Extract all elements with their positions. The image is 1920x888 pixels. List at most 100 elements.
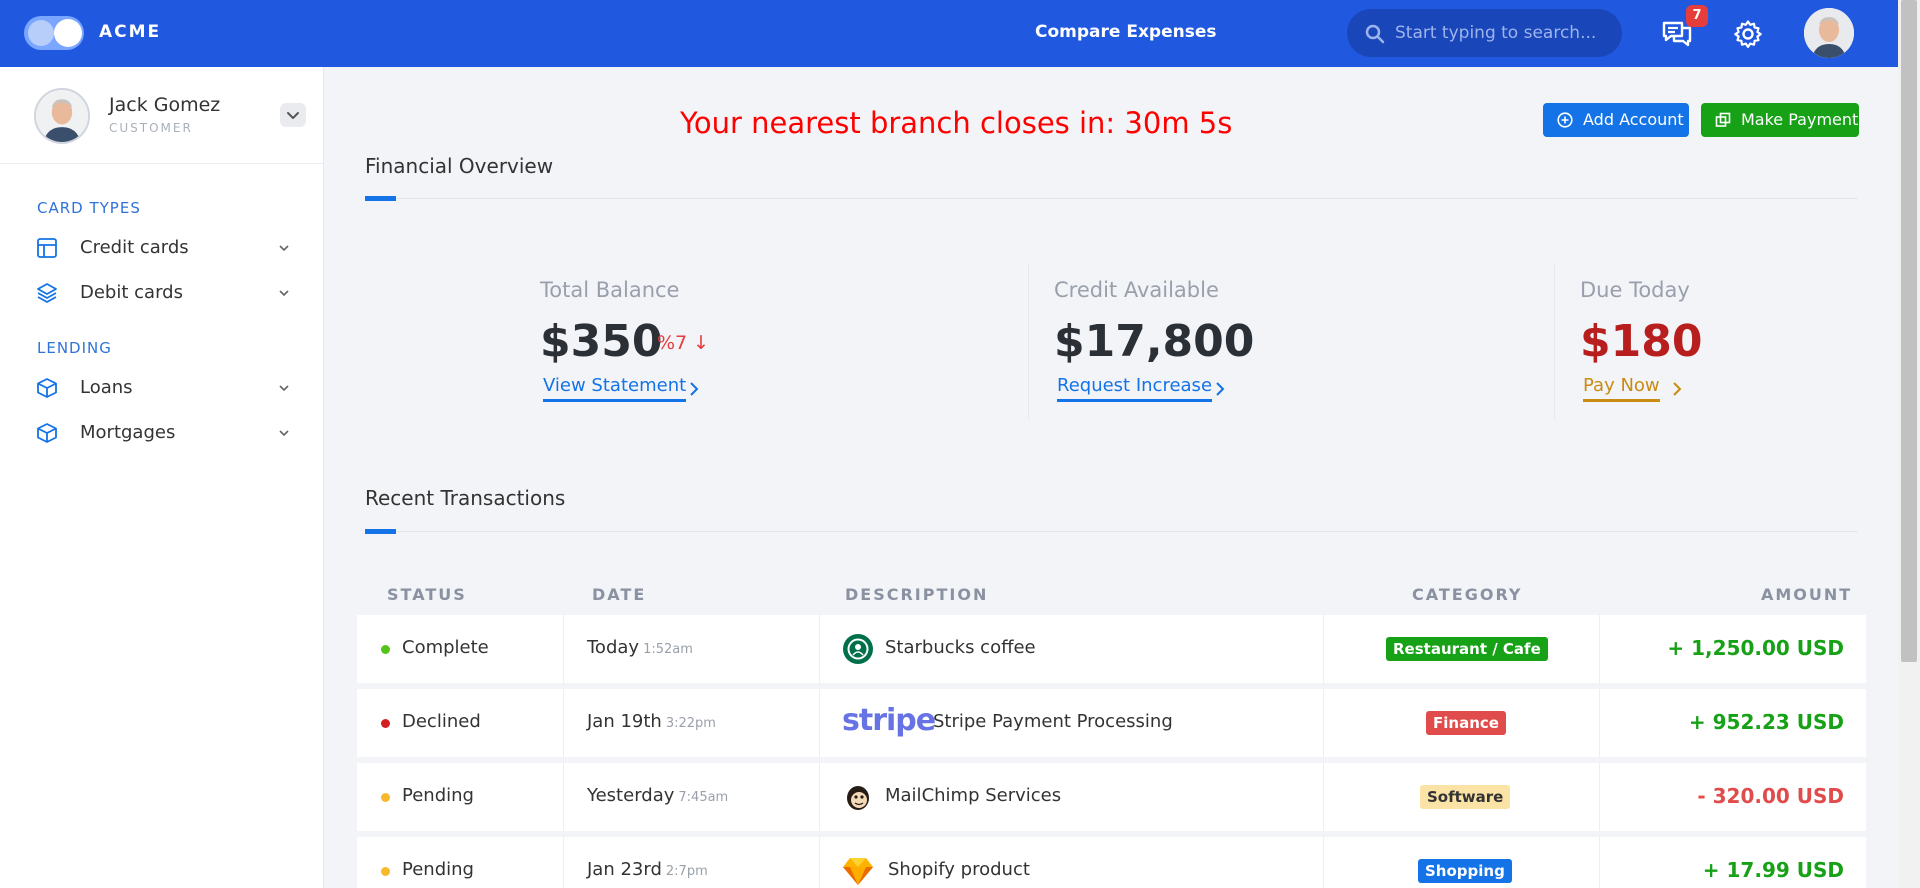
cell-divider	[1599, 837, 1600, 888]
description-text: Starbucks coffee	[885, 637, 1036, 658]
sidebar-item-mortgages[interactable]: Mortgages	[36, 416, 298, 452]
column-header-status[interactable]: STATUS	[387, 585, 467, 604]
description-text: Shopify product	[888, 859, 1030, 880]
stat-total-balance: Total Balance $350 %7 ↓ View Statement	[540, 264, 1010, 424]
status-text: Complete	[402, 637, 489, 658]
make-payment-label: Make Payment	[1741, 110, 1859, 129]
mailchimp-logo	[847, 786, 869, 810]
stat-due-today: Due Today $180 Pay Now	[1580, 264, 1880, 424]
date-text: Jan 19th	[587, 711, 662, 732]
status-dot	[381, 719, 390, 728]
cell-divider	[1323, 689, 1324, 757]
table-row[interactable]: Declined Jan 19th 3:22pm stripe Stripe Pa…	[357, 689, 1866, 757]
add-account-button[interactable]: Add Account	[1543, 103, 1689, 137]
starbucks-logo	[843, 634, 873, 664]
user-role: CUSTOMER	[109, 121, 193, 135]
brand-name[interactable]: ACME	[99, 22, 161, 42]
description-text: MailChimp Services	[885, 785, 1062, 806]
box-icon	[37, 378, 57, 398]
balance-change: %7 ↓	[657, 332, 710, 354]
column-header-amount[interactable]: AMOUNT	[1761, 585, 1852, 604]
category-badge: Finance	[1426, 711, 1506, 735]
amount-text: + 17.99 USD	[1702, 858, 1844, 882]
cell-divider	[1323, 615, 1324, 683]
date-cell: Jan 19th 3:22pm	[587, 711, 716, 732]
chevron-right-icon[interactable]	[1672, 381, 1682, 397]
divider	[365, 198, 1858, 199]
category-badge: Shopping	[1418, 859, 1512, 883]
section-accent	[365, 529, 396, 534]
cell-divider	[819, 763, 820, 831]
branch-countdown: Your nearest branch closes in: 30m 5s	[680, 106, 1233, 140]
cell-divider	[563, 837, 564, 888]
cell-divider	[563, 615, 564, 683]
chevron-down-icon	[279, 385, 289, 392]
stat-credit-available: Credit Available $17,800 Request Increas…	[1054, 264, 1524, 424]
stat-value: $17,800	[1054, 316, 1255, 367]
gear-icon[interactable]	[1733, 19, 1763, 49]
search-input[interactable]	[1395, 19, 1610, 47]
vertical-scrollbar[interactable]	[1898, 0, 1920, 888]
amount-text: - 320.00 USD	[1697, 784, 1844, 808]
sidebar-item-loans[interactable]: Loans	[36, 371, 298, 407]
recent-transactions-title: Recent Transactions	[365, 486, 566, 510]
sidebar-item-credit-cards[interactable]: Credit cards	[36, 231, 298, 267]
avatar[interactable]	[34, 88, 90, 144]
sidebar-item-label: Mortgages	[80, 422, 176, 443]
search-box[interactable]	[1347, 9, 1622, 57]
user-profile: Jack Gomez CUSTOMER	[0, 67, 323, 164]
table-row[interactable]: Pending Jan 23rd 2:7pm Shopify product Sh…	[357, 837, 1866, 888]
user-menu-toggle[interactable]	[280, 103, 306, 127]
top-bar: ACME Compare Expenses 7	[0, 0, 1898, 67]
status-dot	[381, 645, 390, 654]
status-dot	[381, 793, 390, 802]
description-text: Stripe Payment Processing	[933, 711, 1173, 732]
cell-divider	[819, 615, 820, 683]
sidebar-item-debit-cards[interactable]: Debit cards	[36, 276, 298, 312]
add-account-label: Add Account	[1583, 110, 1684, 129]
cell-divider	[1599, 689, 1600, 757]
cell-divider	[563, 763, 564, 831]
page-title: Compare Expenses	[1035, 22, 1217, 42]
sidebar: Jack Gomez CUSTOMER CARD TYPES Credit ca…	[0, 67, 324, 888]
chevron-down-icon	[279, 245, 289, 252]
pay-now-link[interactable]: Pay Now	[1583, 375, 1660, 402]
date-text: Today	[587, 637, 640, 658]
date-text: Yesterday	[587, 785, 675, 806]
date-cell: Yesterday 7:45am	[587, 785, 728, 806]
user-name: Jack Gomez	[109, 94, 221, 116]
status-dot	[381, 867, 390, 876]
column-header-date[interactable]: DATE	[592, 585, 646, 604]
box-icon	[37, 423, 57, 443]
status-text: Pending	[402, 785, 474, 806]
divider	[1028, 264, 1029, 420]
stat-value: $350	[540, 316, 663, 367]
chevron-right-icon[interactable]	[1215, 381, 1225, 397]
column-header-description[interactable]: DESCRIPTION	[845, 585, 988, 604]
nav-section-card-types: CARD TYPES	[37, 199, 141, 217]
avatar[interactable]	[1804, 8, 1854, 58]
request-increase-link[interactable]: Request Increase	[1057, 375, 1213, 402]
category-badge: Restaurant / Cafe	[1386, 637, 1548, 661]
chevron-right-icon[interactable]	[689, 381, 699, 397]
scrollbar-thumb[interactable]	[1901, 0, 1917, 662]
table-row[interactable]: Complete Today 1:52am Starbucks coffee Re…	[357, 615, 1866, 683]
view-statement-link[interactable]: View Statement	[543, 375, 687, 402]
make-payment-button[interactable]: Make Payment	[1701, 103, 1859, 137]
cell-divider	[1323, 763, 1324, 831]
stat-value: $180	[1580, 316, 1703, 367]
sidebar-item-label: Loans	[80, 377, 133, 398]
column-header-category[interactable]: CATEGORY	[1412, 585, 1523, 604]
stat-label: Total Balance	[540, 278, 680, 302]
chevron-down-icon	[279, 430, 289, 437]
toggle-logo-icon[interactable]	[24, 16, 84, 50]
status-text: Declined	[402, 711, 481, 732]
table-row[interactable]: Pending Yesterday 7:45am MailChimp Servic…	[357, 763, 1866, 831]
time-text: 3:22pm	[665, 716, 716, 731]
sidebar-item-label: Debit cards	[80, 282, 183, 303]
date-cell: Today 1:52am	[587, 637, 693, 658]
amount-text: + 952.23 USD	[1688, 710, 1844, 734]
cell-divider	[1323, 837, 1324, 888]
chevron-down-icon	[287, 112, 299, 119]
external-link-icon	[1715, 112, 1731, 127]
